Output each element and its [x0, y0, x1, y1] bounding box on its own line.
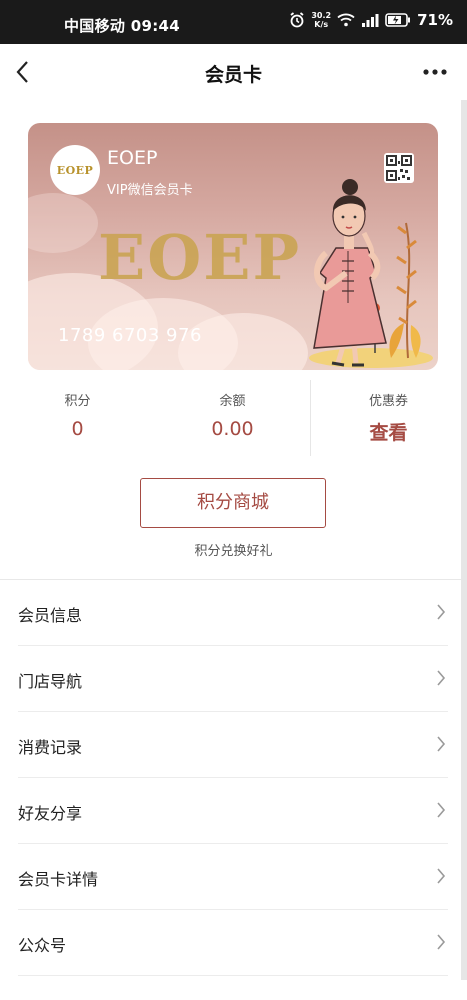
menu-item-label: 会员卡详情 — [18, 870, 99, 889]
card-watermark-text: EOEP — [98, 221, 302, 294]
menu-item-member-info[interactable]: 会员信息 — [18, 580, 448, 646]
points-mall-subtitle: 积分兑换好礼 — [194, 544, 273, 559]
stats-row: 积分 0 余额 0.00 优惠券 查看 — [0, 380, 467, 458]
menu-item-card-details[interactable]: 会员卡详情 — [18, 844, 448, 910]
stat-label: 积分 — [64, 394, 91, 409]
menu-item-share-friends[interactable]: 好友分享 — [18, 778, 448, 844]
chevron-right-icon — [437, 604, 446, 620]
menu-item-label: 公众号 — [18, 936, 67, 955]
chevron-right-icon — [437, 868, 446, 884]
stat-value: 0 — [71, 418, 84, 440]
menu-list: 会员信息 门店导航 消费记录 好友分享 会员卡详情 公众号 — [18, 580, 448, 976]
card-number: 1789 6703 976 — [58, 325, 202, 346]
points-mall-button[interactable]: 积分商城 — [140, 478, 326, 528]
balance-stat[interactable]: 余额 0.00 — [155, 380, 310, 458]
coupon-view-link[interactable]: 查看 — [311, 418, 466, 445]
battery-icon — [385, 13, 411, 27]
menu-item-label: 好友分享 — [18, 804, 83, 823]
signal-icon — [362, 14, 379, 27]
points-stat[interactable]: 积分 0 — [0, 380, 155, 458]
menu-item-store-navigation[interactable]: 门店导航 — [18, 646, 448, 712]
stat-label: 余额 — [219, 394, 246, 409]
page-title: 会员卡 — [204, 64, 262, 86]
alarm-icon — [290, 12, 304, 28]
coupon-stat[interactable]: 优惠券 查看 — [311, 380, 466, 458]
menu-item-label: 消费记录 — [18, 738, 83, 757]
wifi-icon — [337, 13, 355, 27]
net-speed: 30.2 K/s — [311, 11, 331, 29]
net-speed-unit: K/s — [314, 20, 329, 29]
card-subtitle: VIP微信会员卡 — [107, 183, 193, 198]
woman-illustration — [309, 179, 433, 368]
chevron-right-icon — [437, 736, 446, 752]
chevron-right-icon — [437, 802, 446, 818]
card-brand-name: EOEP — [107, 147, 158, 169]
menu-item-purchase-history[interactable]: 消费记录 — [18, 712, 448, 778]
member-card[interactable]: EOEP EOEP VIP微信会员卡 EOEP 1789 6703 976 — [28, 123, 438, 370]
chevron-right-icon — [437, 670, 446, 686]
battery-percent: 71% — [417, 11, 453, 29]
stat-value: 0.00 — [211, 418, 254, 440]
chevron-right-icon — [437, 934, 446, 950]
carrier-time: 中国移动 09:44 — [64, 17, 180, 35]
menu-item-label: 会员信息 — [18, 606, 83, 625]
menu-item-label: 门店导航 — [18, 672, 83, 691]
more-icon[interactable] — [423, 68, 447, 76]
brand-logo: EOEP — [50, 145, 100, 195]
card-cloud — [28, 193, 98, 253]
stat-label: 优惠券 — [368, 394, 408, 409]
logo-text: EOEP — [56, 163, 94, 177]
status-bar: 中国移动 09:44 30.2 K/s 71% — [0, 0, 467, 44]
menu-item-official-account[interactable]: 公众号 — [18, 910, 448, 976]
nav-bar: 会员卡 — [0, 44, 467, 100]
net-speed-value: 30.2 — [311, 11, 332, 20]
status-icons: 30.2 K/s 71% — [289, 11, 453, 29]
